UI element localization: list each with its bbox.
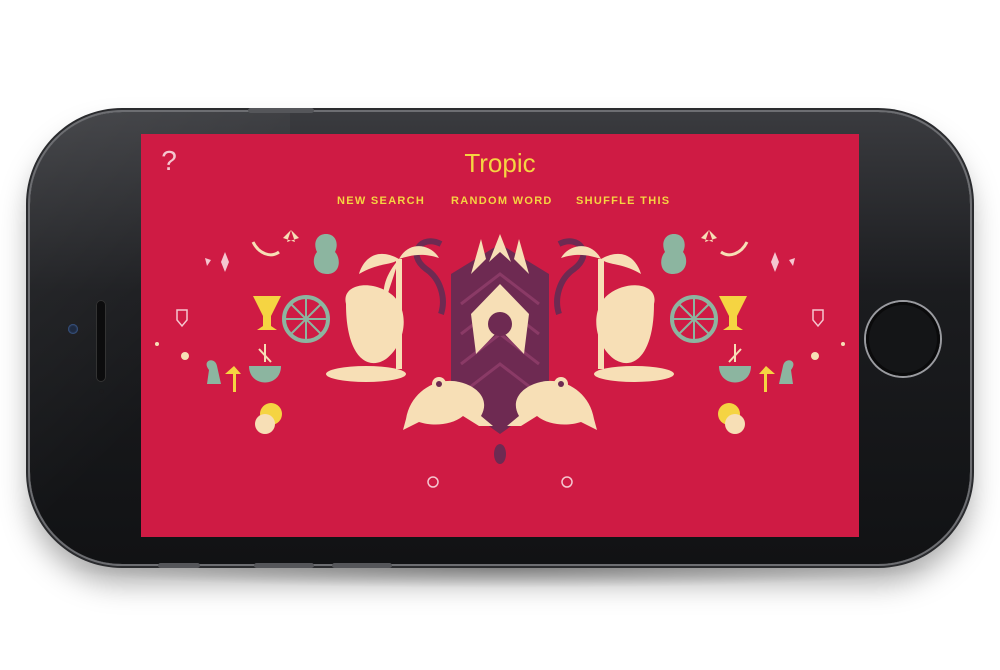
action-nav: NEW SEARCH RANDOM WORD SHUFFLE THIS	[141, 195, 859, 211]
top-button	[248, 108, 314, 113]
app-title: Tropic	[464, 148, 536, 178]
volume-down-button	[332, 563, 392, 568]
new-search-link[interactable]: NEW SEARCH	[337, 195, 425, 207]
earpiece-speaker	[96, 300, 106, 382]
phone-frame: ? Tropic NEW SEARCH RANDOM WORD SHUFFLE …	[30, 108, 970, 568]
proximity-sensor	[99, 389, 104, 394]
volume-up-button	[254, 563, 314, 568]
front-camera	[68, 324, 78, 334]
volume-button	[158, 563, 200, 568]
random-word-link[interactable]: RANDOM WORD	[451, 195, 553, 207]
shuffle-this-link[interactable]: SHUFFLE THIS	[576, 195, 670, 207]
home-button[interactable]	[866, 302, 940, 376]
seed-icon	[427, 444, 573, 488]
app-screen: ? Tropic NEW SEARCH RANDOM WORD SHUFFLE …	[141, 134, 859, 537]
